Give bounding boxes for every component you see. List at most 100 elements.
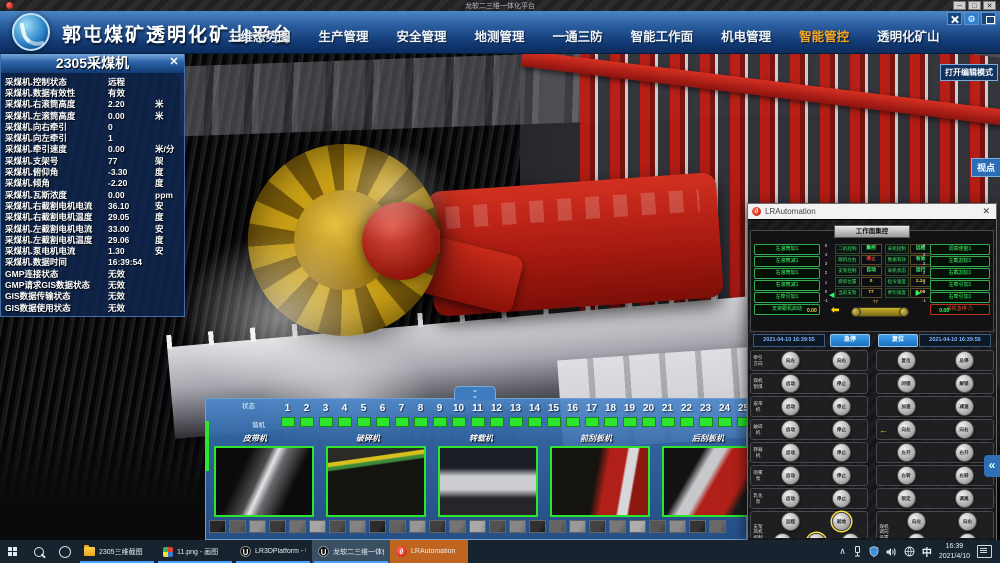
nav-item-透明化矿山[interactable]: 透明化矿山 xyxy=(877,26,940,45)
start-button[interactable] xyxy=(0,540,26,563)
control-button-启动[interactable]: 启动 xyxy=(781,420,800,439)
nav-item-安全管理[interactable]: 安全管理 xyxy=(397,26,447,45)
nav-item-智能工作面[interactable]: 智能工作面 xyxy=(631,26,694,45)
viewpoint-tab[interactable]: 视点 xyxy=(971,158,1000,177)
filmstrip-thumb[interactable] xyxy=(549,520,566,533)
usb-device-icon[interactable] xyxy=(853,546,862,557)
taskbar-task-11.png - 画图[interactable]: 11.png - 画图 xyxy=(156,540,234,563)
automation-left-button[interactable]: 右滚筒减1 xyxy=(754,280,820,291)
filmstrip-thumb[interactable] xyxy=(289,520,306,533)
filmstrip-thumb[interactable] xyxy=(609,520,626,533)
control-button-左转[interactable]: 左转 xyxy=(897,466,916,485)
control-button-启动[interactable]: 启动 xyxy=(781,397,800,416)
settings-gear-icon[interactable]: ⚙ xyxy=(964,12,979,25)
lrautomation-titlebar[interactable]: ∂ LRAutomation ✕ xyxy=(748,204,996,219)
filmstrip-thumb[interactable] xyxy=(469,520,486,533)
filmstrip-thumb[interactable] xyxy=(349,520,366,533)
taskbar-task-LR3DPlatform - U...[interactable]: ULR3DPlatform - U... xyxy=(234,540,312,563)
camera-thumbnail-后刮板机[interactable] xyxy=(662,446,748,517)
tools-wrench-icon[interactable] xyxy=(947,12,962,25)
filmstrip-thumb[interactable] xyxy=(249,520,266,533)
control-button-向右[interactable]: 向右 xyxy=(958,512,977,531)
automation-right-button[interactable]: 右截割加1 xyxy=(930,268,990,279)
control-button-向左[interactable]: 向左 xyxy=(907,512,926,531)
nav-item-地测管理[interactable]: 地测管理 xyxy=(475,26,525,45)
taskbar-task-LRAutomation[interactable]: ∂LRAutomation xyxy=(390,540,468,563)
reset-button[interactable]: 复位 xyxy=(878,334,918,347)
automation-left-button[interactable]: 左滚筒减1 xyxy=(754,256,820,267)
filmstrip-thumb[interactable] xyxy=(589,520,606,533)
open-edit-mode-button[interactable]: 打开编辑模式 xyxy=(940,64,998,81)
filmstrip-thumb[interactable] xyxy=(309,520,326,533)
filmstrip-thumb[interactable] xyxy=(509,520,526,533)
control-button-右开[interactable]: 右开 xyxy=(955,443,974,462)
security-shield-icon[interactable] xyxy=(869,546,879,557)
filmstrip-thumb[interactable] xyxy=(529,520,546,533)
estop-button[interactable]: 急停 xyxy=(830,334,870,347)
camera-thumbnail-转载机[interactable] xyxy=(438,446,538,517)
control-button-复位[interactable]: 复位 xyxy=(897,351,916,370)
control-button-远程[interactable]: 远程 xyxy=(781,512,800,531)
automation-left-button[interactable]: 左滚筒加1 xyxy=(754,244,820,255)
control-button-停止[interactable]: 停止 xyxy=(832,489,851,508)
control-button-大风[interactable]: 大风 xyxy=(841,533,860,538)
filmstrip-thumb[interactable] xyxy=(429,520,446,533)
control-button-手动[interactable]: 手动 xyxy=(958,533,977,538)
filmstrip-thumb[interactable] xyxy=(389,520,406,533)
control-button-减速[interactable]: 减速 xyxy=(955,397,974,416)
automation-right-button[interactable]: 调高使能1 xyxy=(930,244,990,255)
filmstrip-thumb[interactable] xyxy=(669,520,686,533)
control-button-向左[interactable]: 向左 xyxy=(781,351,800,370)
filmstrip-thumb[interactable] xyxy=(489,520,506,533)
minimize-button[interactable]: ─ xyxy=(953,1,966,10)
control-button-加速[interactable]: 加速 xyxy=(897,397,916,416)
control-button-调高[interactable]: 调高 xyxy=(955,489,974,508)
ime-indicator[interactable]: 中 xyxy=(922,544,932,559)
control-button-停止[interactable]: 停止 xyxy=(807,533,826,538)
control-button-小风[interactable]: 小风 xyxy=(773,533,792,538)
automation-left-button[interactable]: 右滚筒加1 xyxy=(754,268,820,279)
notification-center-icon[interactable] xyxy=(977,545,992,558)
control-button-锁定[interactable]: 锁定 xyxy=(897,489,916,508)
filmstrip-thumb[interactable] xyxy=(409,520,426,533)
filmstrip-thumb[interactable] xyxy=(229,520,246,533)
camera-thumbnail-皮带机[interactable] xyxy=(214,446,314,517)
control-button-启动[interactable]: 启动 xyxy=(781,374,800,393)
control-button-启动[interactable]: 启动 xyxy=(781,466,800,485)
filmstrip-thumb[interactable] xyxy=(689,520,706,533)
cortana-icon[interactable] xyxy=(52,540,78,563)
filmstrip-thumb[interactable] xyxy=(369,520,386,533)
nav-item-生产管理[interactable]: 生产管理 xyxy=(319,26,369,45)
filmstrip-thumb[interactable] xyxy=(569,520,586,533)
automation-right-button[interactable]: 左牵引加1 xyxy=(930,280,990,291)
automation-left-button[interactable]: 左牵引加1 xyxy=(754,292,820,303)
panel-collapse-chevron-icon[interactable]: ⌄⌄ xyxy=(454,386,496,400)
automation-right-button[interactable]: 左截割加1 xyxy=(930,256,990,267)
nav-item-三维态势图[interactable]: 三维态势图 xyxy=(228,26,291,45)
automation-right-button[interactable]: 右牵引加1 xyxy=(930,292,990,303)
restore-view-icon[interactable] xyxy=(981,12,996,25)
maximize-button[interactable]: □ xyxy=(968,1,981,10)
control-button-向右[interactable]: 向右 xyxy=(832,351,851,370)
taskbar-clock[interactable]: 16:39 2021/4/10 xyxy=(939,542,970,560)
filmstrip-thumb[interactable] xyxy=(709,520,726,533)
filmstrip-thumb[interactable] xyxy=(649,520,666,533)
filmstrip-thumb[interactable] xyxy=(209,520,226,533)
control-button-向右[interactable]: 向右 xyxy=(955,420,974,439)
control-button-右转[interactable]: 右转 xyxy=(955,466,974,485)
nav-item-智能管控[interactable]: 智能管控 xyxy=(799,26,849,45)
panel-close-icon[interactable]: ✕ xyxy=(167,55,181,69)
filmstrip-thumb[interactable] xyxy=(629,520,646,533)
filmstrip-thumb[interactable] xyxy=(449,520,466,533)
nav-item-一通三防[interactable]: 一通三防 xyxy=(553,26,603,45)
camera-thumbnail-破碎机[interactable] xyxy=(326,446,426,517)
taskbar-task-2305三维截图[interactable]: 2305三维截图 xyxy=(78,540,156,563)
control-button-停止[interactable]: 停止 xyxy=(832,443,851,462)
control-button-向左[interactable]: 向左 xyxy=(897,420,916,439)
volume-icon[interactable] xyxy=(886,547,897,557)
face-control-tab[interactable]: 工作面集控 xyxy=(834,225,910,238)
tray-expand-chevron-icon[interactable]: ∧ xyxy=(839,546,846,557)
nav-item-机电管理[interactable]: 机电管理 xyxy=(721,26,771,45)
network-globe-icon[interactable] xyxy=(904,546,915,557)
control-button-停止[interactable]: 停止 xyxy=(832,374,851,393)
